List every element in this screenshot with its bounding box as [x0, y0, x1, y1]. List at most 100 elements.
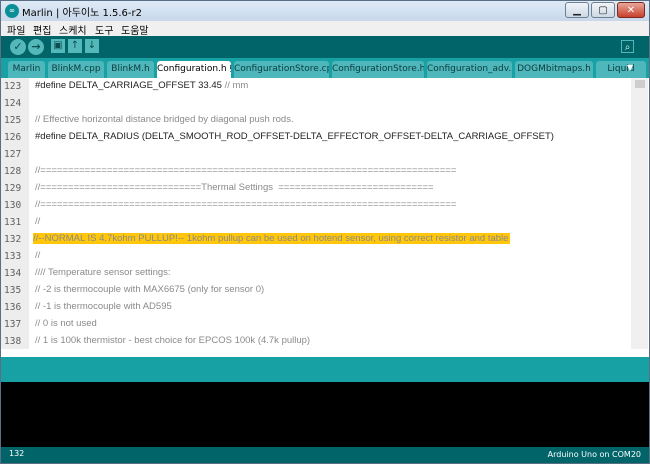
tab-configurationstore-h[interactable]: ConfigurationStore.h — [332, 61, 424, 78]
window-title: Marlin | 아두이노 1.5.6-r2 — [22, 8, 142, 19]
code-comment: // 0 is not used — [35, 318, 97, 329]
code-text: // 0 is not used — [35, 318, 97, 329]
code-line[interactable]: 130 //===================================… — [1, 197, 631, 214]
code-comment: // — [35, 216, 41, 227]
code-line[interactable]: 126 #define DELTA_RADIUS (DELTA_SMOOTH_RO… — [1, 129, 631, 146]
code-line[interactable]: 136 // -1 is thermocouple with AD595 — [1, 299, 631, 316]
code-line[interactable]: 128 //===================================… — [1, 163, 631, 180]
upload-button[interactable]: → — [28, 39, 44, 55]
menu-file[interactable]: 파일 — [7, 22, 25, 37]
code-comment: //--NORMAL IS 4.7kohm PULLUP!-- 1kohm pu… — [33, 233, 509, 244]
code-text: //--NORMAL IS 4.7kohm PULLUP!-- 1kohm pu… — [33, 233, 511, 244]
code-line[interactable]: 133 // — [1, 248, 631, 265]
code-text: // 1 is 100k thermistor - best choice fo… — [35, 335, 310, 346]
code-line[interactable]: 127 — [1, 146, 631, 163]
maximize-button[interactable]: ▢ — [591, 2, 615, 18]
menu-edit[interactable]: 편집 — [33, 22, 51, 37]
code-text: //======================================… — [35, 165, 456, 176]
code-editor[interactable]: 123 #define DELTA_CARRIAGE_OFFSET 33.45 /… — [1, 78, 649, 349]
line-number: 136 — [4, 302, 22, 313]
console-output — [1, 382, 649, 447]
footer-bar: 132 Arduino Uno on COM20 — [1, 447, 649, 463]
code-line[interactable]: 135 // -2 is thermocouple with MAX6675 (o… — [1, 282, 631, 299]
tab-dogmbitmaps-h[interactable]: DOGMbitmaps.h — [515, 61, 593, 78]
code-line[interactable]: 134 //// Temperature sensor settings: — [1, 265, 631, 282]
code-comment: // Effective horizontal distance bridged… — [35, 114, 294, 125]
tab-blinkm-h[interactable]: BlinkM.h — [107, 61, 154, 78]
tab-blinkm-cpp[interactable]: BlinkM.cpp — [48, 61, 104, 78]
code-text: #define DELTA_RADIUS (DELTA_SMOOTH_ROD_O… — [35, 131, 554, 142]
arduino-logo-icon: ∞ — [5, 4, 19, 18]
code-line[interactable]: 125 // Effective horizontal distance brid… — [1, 112, 631, 129]
code-comment: //======================================… — [35, 199, 457, 210]
close-button[interactable]: ✕ — [617, 2, 645, 18]
line-number: 124 — [4, 98, 22, 109]
open-sketch-button[interactable]: ↑ — [68, 39, 82, 53]
code-statement: #define DELTA_RADIUS (DELTA_SMOOTH_ROD_O… — [35, 131, 554, 142]
line-number: 137 — [4, 319, 22, 330]
arduino-window: ∞ Marlin | 아두이노 1.5.6-r2 ▁ ▢ ✕ 파일 편집 스케치… — [0, 0, 650, 464]
code-text: // — [35, 216, 40, 227]
code-text: // -1 is thermocouple with AD595 — [35, 301, 172, 312]
line-number: 133 — [4, 251, 22, 262]
line-number: 127 — [4, 149, 22, 160]
status-area — [1, 349, 649, 357]
toolbar: ✓ → ▣ ↑ ↓ ⌕ — [1, 36, 649, 58]
code-text: // -2 is thermocouple with MAX6675 (only… — [35, 284, 264, 295]
menu-tools[interactable]: 도구 — [95, 22, 113, 37]
code-comment: //=============================Thermal S… — [35, 182, 434, 193]
tab-menu-icon[interactable]: ▼ — [627, 63, 633, 72]
minimize-button[interactable]: ▁ — [565, 2, 589, 18]
code-text: #define DELTA_CARRIAGE_OFFSET 33.45 // m… — [35, 80, 248, 91]
code-line[interactable]: 129 //=============================Therma… — [1, 180, 631, 197]
message-bar — [1, 357, 649, 382]
code-text: // — [35, 250, 40, 261]
code-comment: // 1 is 100k thermistor - best choice fo… — [35, 335, 311, 346]
tab-liquid[interactable]: Liquid — [596, 61, 646, 78]
code-comment: // — [35, 250, 41, 261]
tab-marlin[interactable]: Marlin — [8, 61, 45, 78]
tab-configurationstore-cpp[interactable]: ConfigurationStore.cpp — [234, 61, 329, 78]
code-text: // Effective horizontal distance bridged… — [35, 114, 294, 125]
menu-sketch[interactable]: 스케치 — [59, 22, 87, 37]
line-number: 135 — [4, 285, 22, 296]
vertical-scrollbar[interactable] — [631, 78, 648, 349]
line-number: 131 — [4, 217, 22, 228]
board-port-label: Arduino Uno on COM20 — [547, 450, 641, 459]
code-comment: // -1 is thermocouple with AD595 — [35, 301, 172, 312]
line-number: 130 — [4, 200, 22, 211]
title-bar: ∞ Marlin | 아두이노 1.5.6-r2 ▁ ▢ ✕ — [1, 1, 649, 21]
code-comment: //// Temperature sensor settings: — [35, 267, 171, 278]
tab-bar: Marlin BlinkM.cpp BlinkM.h Configuration… — [1, 58, 649, 78]
scrollbar-thumb[interactable] — [635, 80, 645, 88]
tab-configuration-adv-h[interactable]: Configuration_adv.h — [427, 61, 512, 78]
code-comment: // mm — [224, 80, 249, 91]
code-line[interactable]: 132 //--NORMAL IS 4.7kohm PULLUP!-- 1kohm… — [1, 231, 631, 248]
line-number: 125 — [4, 115, 22, 126]
current-line-number: 132 — [9, 449, 25, 458]
tab-configuration-h[interactable]: Configuration.h § — [157, 61, 231, 78]
code-statement: #define DELTA_CARRIAGE_OFFSET 33.45 — [35, 80, 225, 91]
line-number: 126 — [4, 132, 22, 143]
code-comment: // -2 is thermocouple with MAX6675 (only… — [35, 284, 265, 295]
line-number: 134 — [4, 268, 22, 279]
code-comment: //======================================… — [35, 165, 457, 176]
code-line[interactable]: 138 // 1 is 100k thermistor - best choice… — [1, 333, 631, 350]
line-number: 128 — [4, 166, 22, 177]
menu-help[interactable]: 도움말 — [121, 22, 149, 37]
line-number: 138 — [4, 336, 22, 347]
code-line[interactable]: 131 // — [1, 214, 631, 231]
menu-bar: 파일 편집 스케치 도구 도움말 — [1, 21, 649, 37]
line-number: 132 — [4, 234, 22, 245]
line-number: 123 — [4, 81, 22, 92]
code-line[interactable]: 123 #define DELTA_CARRIAGE_OFFSET 33.45 /… — [1, 78, 631, 95]
code-line[interactable]: 124 — [1, 95, 631, 112]
new-sketch-button[interactable]: ▣ — [51, 39, 65, 53]
line-number: 129 — [4, 183, 22, 194]
save-sketch-button[interactable]: ↓ — [85, 39, 99, 53]
code-text: //=============================Thermal S… — [35, 182, 434, 193]
serial-monitor-button[interactable]: ⌕ — [621, 40, 634, 53]
verify-button[interactable]: ✓ — [10, 39, 26, 55]
code-line[interactable]: 137 // 0 is not used — [1, 316, 631, 333]
code-text: //// Temperature sensor settings: — [35, 267, 171, 278]
